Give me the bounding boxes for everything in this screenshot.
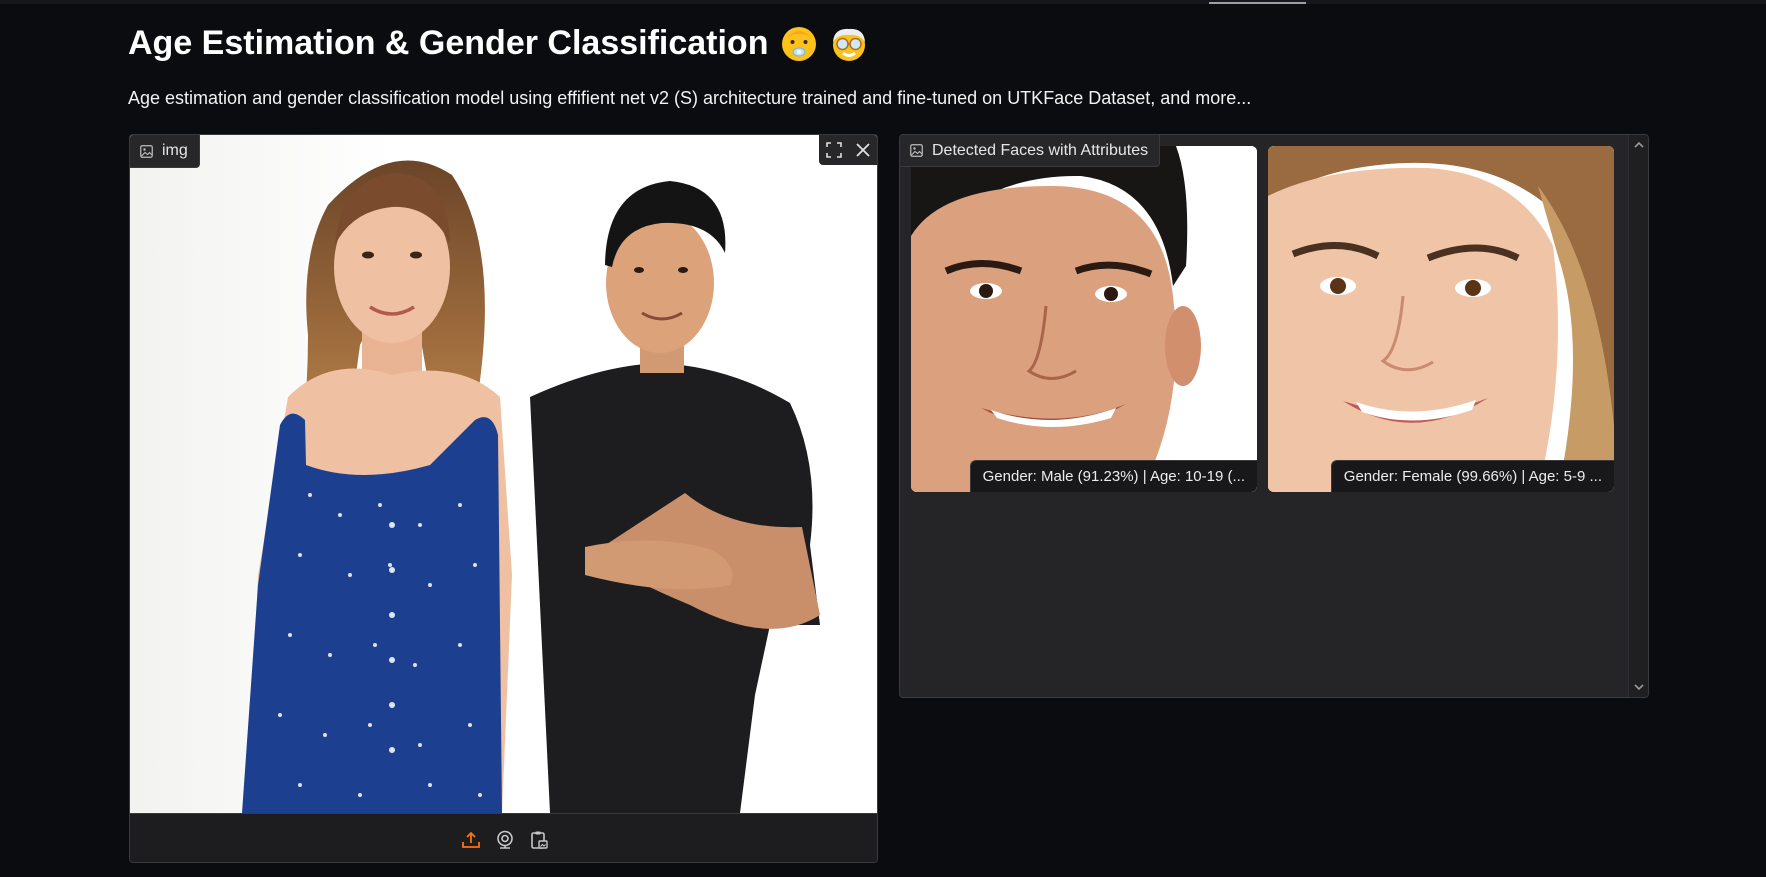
- output-gallery-panel: Gender: Male (91.23%) | Age: 10-19 (... …: [899, 134, 1649, 698]
- chevron-up-icon[interactable]: [1633, 139, 1645, 151]
- webcam-icon: [496, 830, 513, 849]
- input-image-label-text: img: [162, 142, 188, 159]
- fullscreen-button[interactable]: [819, 135, 848, 165]
- fullscreen-icon: [825, 142, 842, 158]
- page-description: Age estimation and gender classification…: [128, 88, 1252, 108]
- uploaded-photo: [130, 135, 877, 813]
- male-face-caption: Gender: Male (91.23%) | Age: 10-19 (...: [969, 460, 1257, 492]
- face-gallery: Gender: Male (91.23%) | Age: 10-19 (... …: [900, 135, 1628, 697]
- image-controls: [819, 135, 877, 165]
- chevron-down-icon[interactable]: [1633, 681, 1645, 693]
- gallery-item-male-face[interactable]: Gender: Male (91.23%) | Age: 10-19 (...: [911, 146, 1257, 492]
- image-icon: [910, 144, 923, 157]
- gallery-item-female-face[interactable]: Gender: Female (99.66%) | Age: 5-9 ...: [1268, 146, 1614, 492]
- clear-image-button[interactable]: [848, 135, 877, 165]
- image-icon: [140, 144, 153, 158]
- active-tab-indicator: [1209, 2, 1306, 4]
- page-title: Age Estimation & Gender Classification: [128, 24, 868, 63]
- older-adult-emoji-icon: [833, 28, 866, 61]
- clipboard-button[interactable]: [528, 829, 550, 851]
- output-gallery-label: Detected Faces with Attributes: [900, 135, 1161, 167]
- close-icon: [855, 143, 870, 157]
- input-image-label: img: [130, 135, 200, 168]
- page-title-text: Age Estimation & Gender Classification: [128, 24, 769, 62]
- output-gallery-label-text: Detected Faces with Attributes: [932, 141, 1149, 159]
- gallery-scrollbar[interactable]: [1628, 135, 1648, 697]
- input-image-panel[interactable]: img: [129, 134, 878, 863]
- top-bar: [0, 0, 1766, 4]
- webcam-button[interactable]: [494, 829, 516, 851]
- upload-icon: [461, 831, 480, 848]
- female-face-caption: Gender: Female (99.66%) | Age: 5-9 ...: [1330, 460, 1614, 492]
- male-face-crop: [911, 146, 1257, 492]
- clipboard-icon: [530, 831, 548, 849]
- female-face-crop: [1268, 146, 1614, 492]
- baby-emoji-icon: [782, 26, 817, 61]
- image-source-bar: [130, 813, 877, 862]
- upload-button[interactable]: [460, 829, 482, 851]
